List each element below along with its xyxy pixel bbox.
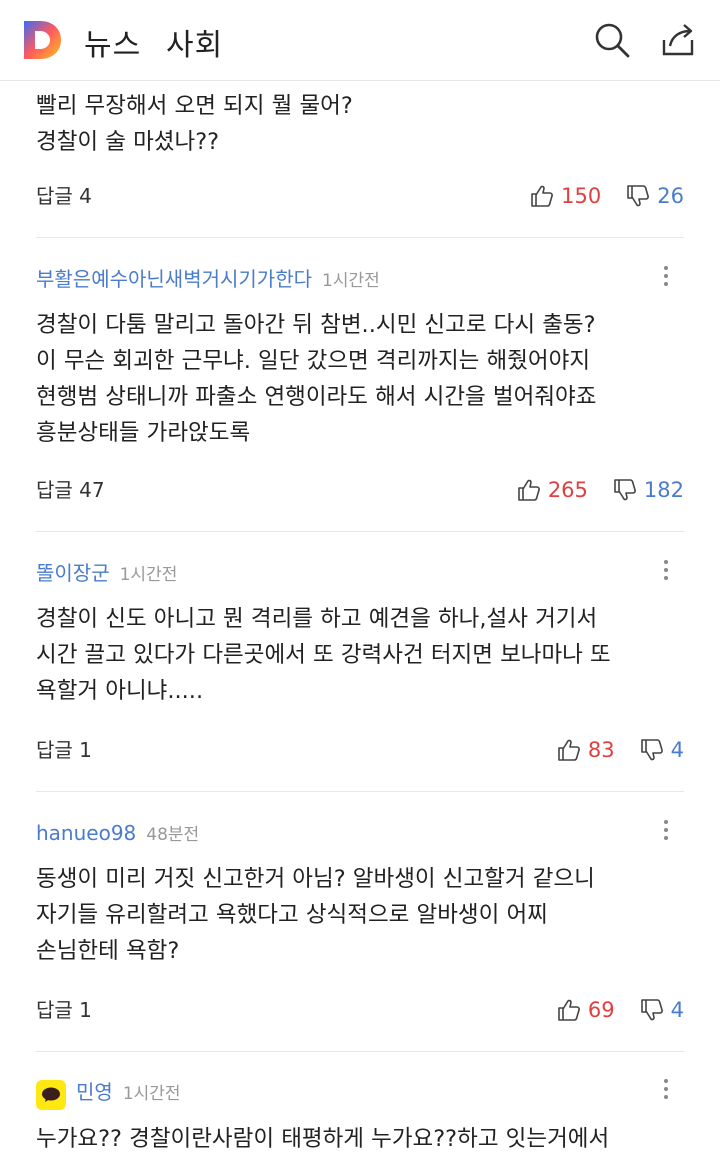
divider	[36, 791, 684, 792]
comment-line: 욕할거 아니냐.....	[36, 678, 204, 704]
comment-actions: 답글 1 69 4	[36, 995, 684, 1025]
like-button[interactable]: 83	[556, 735, 615, 765]
comment-time: 1시간전	[119, 565, 178, 585]
reply-button[interactable]: 답글 47	[36, 475, 105, 505]
thumbs-up-icon	[558, 999, 580, 1021]
comment-actions: 답글 1 83 4	[36, 735, 684, 765]
dislike-count: 182	[643, 478, 684, 502]
dislike-button[interactable]: 4	[639, 735, 684, 765]
comment-header: 부활은예수아닌새벽거시기가한다 1시간전	[36, 264, 684, 294]
comment-line: 이 무슨 회괴한 근무냐. 일단 갔으면 격리까지는 해줬어야지	[36, 348, 591, 374]
like-count: 69	[587, 998, 615, 1022]
like-count: 150	[561, 184, 602, 208]
dislike-count: 26	[657, 184, 684, 208]
dislike-button[interactable]: 4	[639, 995, 684, 1025]
comment-body: 경찰이 다툼 말리고 돌아간 뒤 참변..시민 신고로 다시 출동? 이 무슨 …	[36, 307, 696, 451]
comment-line: 시간 끌고 있다가 다른곳에서 또 강력사건 터지면 보나마나 또	[36, 642, 611, 668]
comment-line: 빨리 무장해서 오면 되지 뭘 물어?	[36, 93, 353, 119]
comment-line: 경찰이 다툼 말리고 돌아간 뒤 참변..시민 신고로 다시 출동?	[36, 312, 596, 338]
kakao-talk-icon	[36, 1079, 66, 1110]
comment-body: 동생이 미리 거짓 신고한거 아님? 알바생이 신고할거 같으니 자기들 유리할…	[36, 861, 696, 969]
comment-body: 누가요?? 경찰이란사람이 태평하게 누가요??하고 잇는거에서	[36, 1121, 696, 1157]
like-button[interactable]: 150	[529, 181, 601, 211]
section-title[interactable]: 사회	[166, 20, 223, 64]
comment-author[interactable]: hanueo98	[36, 821, 136, 845]
comment-header: 똘이장군 1시간전	[36, 558, 684, 588]
reply-button[interactable]: 답글 1	[36, 735, 92, 765]
more-options-icon[interactable]	[662, 266, 670, 292]
share-icon[interactable]	[658, 20, 698, 60]
comment-actions: 답글 4 150 26	[36, 181, 684, 211]
comment-time: 48분전	[146, 825, 200, 845]
dislike-count: 4	[670, 998, 684, 1022]
thumbs-up-icon	[518, 479, 540, 501]
dislike-button[interactable]: 182	[612, 475, 684, 505]
comment-body: 빨리 무장해서 오면 되지 뭘 물어? 경찰이 술 마셨나??	[36, 88, 686, 160]
thumbs-down-icon	[627, 185, 650, 207]
comment-line: 흥분상태들 가라앉도록	[36, 420, 251, 446]
more-options-icon[interactable]	[662, 560, 670, 586]
reply-button[interactable]: 답글 1	[36, 995, 92, 1025]
comment-line: 누가요?? 경찰이란사람이 태평하게 누가요??하고 잇는거에서	[36, 1126, 610, 1152]
comment-body: 경찰이 신도 아니고 뭔 격리를 하고 예견을 하나,설사 거기서 시간 끌고 …	[36, 601, 696, 709]
thumbs-down-icon	[640, 739, 663, 761]
reply-button[interactable]: 답글 4	[36, 181, 92, 211]
comment-header: 민영 1시간전	[36, 1077, 684, 1110]
like-count: 83	[587, 738, 615, 762]
thumbs-up-icon	[558, 739, 580, 761]
daum-logo-icon[interactable]	[20, 18, 64, 62]
dislike-button[interactable]: 26	[625, 181, 684, 211]
comment-line: 경찰이 신도 아니고 뭔 격리를 하고 예견을 하나,설사 거기서	[36, 606, 598, 632]
divider	[36, 531, 684, 532]
comment-author[interactable]: 민영	[76, 1080, 113, 1104]
dislike-count: 4	[670, 738, 684, 762]
comment-line: 손님한테 욕함?	[36, 938, 180, 964]
divider	[36, 1051, 684, 1052]
comment-line: 현행범 상태니까 파출소 연행이라도 해서 시간을 벌어줘야죠	[36, 384, 597, 410]
like-count: 265	[547, 478, 588, 502]
comment-line: 자기들 유리할려고 욕했다고 상식적으로 알바생이 어찌	[36, 902, 548, 928]
news-title[interactable]: 뉴스	[84, 20, 141, 64]
comment-actions: 답글 47 265 182	[36, 475, 684, 505]
comment-line: 경찰이 술 마셨나??	[36, 129, 220, 155]
comment-header: hanueo98 48분전	[36, 818, 684, 848]
like-button[interactable]: 265	[516, 475, 588, 505]
thumbs-down-icon	[614, 479, 636, 501]
more-options-icon[interactable]	[662, 820, 670, 846]
divider	[36, 237, 684, 238]
search-icon[interactable]	[592, 20, 632, 60]
more-options-icon[interactable]	[662, 1079, 670, 1105]
comment-line: 동생이 미리 거짓 신고한거 아님? 알바생이 신고할거 같으니	[36, 866, 595, 892]
comment-author[interactable]: 똘이장군	[36, 561, 110, 585]
thumbs-up-icon	[531, 185, 554, 207]
comment-author[interactable]: 부활은예수아닌새벽거시기가한다	[36, 267, 312, 291]
like-button[interactable]: 69	[556, 995, 615, 1025]
top-app-bar: 뉴스 사회	[0, 0, 720, 81]
thumbs-down-icon	[640, 999, 663, 1021]
comment-time: 1시간전	[122, 1084, 181, 1104]
comment-time: 1시간전	[322, 271, 380, 291]
